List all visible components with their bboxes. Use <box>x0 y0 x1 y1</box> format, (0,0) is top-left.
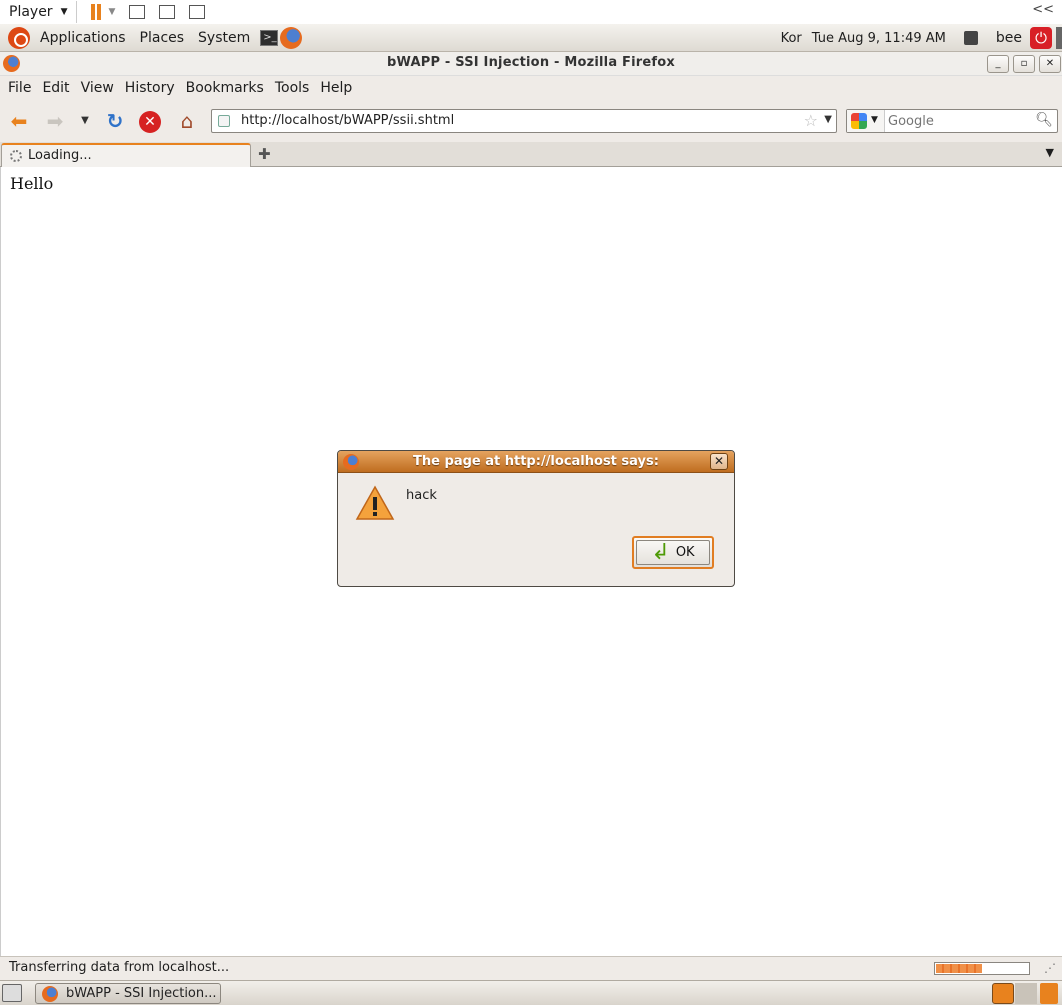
workspace-1-icon[interactable] <box>992 983 1014 1004</box>
keyboard-layout-indicator[interactable]: Kor <box>781 31 802 46</box>
progress-fill <box>936 964 982 973</box>
url-text[interactable]: http://localhost/bWAPP/ssii.shtml <box>241 113 454 128</box>
gnome-bottom-panel: bWAPP - SSI Injection... <box>0 980 1062 1005</box>
search-engine-selector[interactable]: ▼ <box>847 110 885 132</box>
send-ctrl-alt-del-icon[interactable] <box>129 5 146 19</box>
new-tab-icon[interactable]: ✚ <box>258 145 271 163</box>
search-icon[interactable]: 🔍︎ <box>1035 112 1053 128</box>
tab-list-dropdown-icon[interactable]: ▼ <box>1046 146 1054 159</box>
terminal-launcher-icon[interactable]: >_ <box>260 29 279 46</box>
panel-tray: Kor Tue Aug 9, 11:49 AM bee ⏻ <box>781 24 1062 52</box>
player-menu[interactable]: Player <box>9 4 53 20</box>
workspace-2-icon[interactable] <box>1015 983 1037 1004</box>
dialog-message: hack <box>406 488 437 503</box>
fit-window-icon[interactable] <box>159 5 176 19</box>
player-menu-dropdown-icon[interactable]: ▼ <box>61 7 68 17</box>
page-text: Hello <box>10 174 54 193</box>
search-input[interactable] <box>888 112 1036 130</box>
minimize-button[interactable]: _ <box>987 55 1009 73</box>
engine-dropdown-icon: ▼ <box>871 115 878 125</box>
network-icon[interactable] <box>963 31 978 45</box>
url-history-dropdown-icon[interactable]: ▼ <box>824 114 832 125</box>
player-separator <box>75 1 77 23</box>
ok-button[interactable]: ↲ OK <box>632 536 714 569</box>
google-icon <box>851 113 867 129</box>
loading-spinner-icon <box>10 150 22 162</box>
dialog-title: The page at http://localhost says: <box>413 454 659 469</box>
history-dropdown-icon[interactable]: ▼ <box>78 110 92 134</box>
loading-progress-bar <box>934 962 1030 975</box>
menu-bookmarks[interactable]: Bookmarks <box>186 80 264 96</box>
back-icon[interactable]: ⬅ <box>7 110 31 134</box>
status-text: Transferring data from localhost... <box>9 960 230 975</box>
maximize-button[interactable]: ▫ <box>1013 55 1035 73</box>
tab-loading[interactable]: Loading... <box>1 143 251 168</box>
resize-grip-icon[interactable]: ⋰ <box>1044 961 1056 975</box>
menu-edit[interactable]: Edit <box>42 80 69 96</box>
pause-dropdown-icon[interactable]: ▼ <box>109 7 116 17</box>
collapse-toolbar-button[interactable]: << <box>1032 2 1054 17</box>
window-title: bWAPP - SSI Injection - Mozilla Firefox <box>387 55 675 70</box>
ubuntu-logo-icon[interactable] <box>8 26 30 49</box>
firefox-taskbar-icon <box>42 986 58 1002</box>
menubar: File Edit View History Bookmarks Tools H… <box>0 76 1062 100</box>
dialog-titlebar[interactable]: The page at http://localhost says: ✕ <box>338 451 734 473</box>
enter-arrow-icon: ↲ <box>651 539 670 565</box>
dialog-close-button[interactable]: ✕ <box>710 453 728 470</box>
window-titlebar[interactable]: bWAPP - SSI Injection - Mozilla Firefox … <box>0 52 1062 76</box>
menu-history[interactable]: History <box>125 80 175 96</box>
reload-icon[interactable]: ↻ <box>103 110 127 134</box>
site-identity-icon[interactable] <box>218 115 230 127</box>
pause-icon[interactable] <box>90 4 101 20</box>
ok-button-label: OK <box>675 545 695 560</box>
alert-dialog: The page at http://localhost says: ✕ hac… <box>337 450 735 587</box>
unity-mode-icon[interactable] <box>189 5 206 19</box>
url-bar[interactable]: http://localhost/bWAPP/ssii.shtml ☆ ▼ <box>211 109 837 133</box>
bookmark-star-icon[interactable]: ☆ <box>804 111 818 130</box>
menu-tools[interactable]: Tools <box>275 80 310 96</box>
menu-help[interactable]: Help <box>320 80 352 96</box>
clock[interactable]: Tue Aug 9, 11:49 AM <box>812 31 946 46</box>
warning-icon <box>355 485 395 520</box>
user-switcher[interactable]: bee <box>996 30 1022 46</box>
ok-button-focus-ring <box>636 540 710 565</box>
panel-overflow-icon <box>1056 27 1062 49</box>
menu-file[interactable]: File <box>8 80 31 96</box>
trash-icon[interactable] <box>1040 983 1058 1004</box>
search-bar[interactable]: ▼ 🔍︎ <box>846 109 1058 133</box>
status-bar: Transferring data from localhost... ⋰ <box>0 956 1062 980</box>
show-desktop-icon[interactable] <box>2 984 22 1002</box>
firefox-launcher-icon[interactable] <box>280 26 303 49</box>
tab-label: Loading... <box>28 148 92 163</box>
taskbar-item-firefox[interactable]: bWAPP - SSI Injection... <box>35 983 221 1004</box>
power-icon[interactable]: ⏻ <box>1030 27 1052 49</box>
places-menu[interactable]: Places <box>136 30 189 46</box>
gnome-top-panel: Applications Places System >_ Kor Tue Au… <box>0 24 1062 52</box>
tab-bar: Loading... ✚ ▼ <box>0 142 1062 168</box>
stop-icon[interactable]: ✕ <box>139 111 161 133</box>
close-window-button[interactable]: ✕ <box>1039 55 1061 73</box>
system-menu[interactable]: System <box>194 30 254 46</box>
menu-view[interactable]: View <box>81 80 114 96</box>
taskbar-item-label: bWAPP - SSI Injection... <box>66 986 217 1001</box>
vm-player-bar: Player ▼ ▼ << <box>0 0 1062 24</box>
home-icon[interactable]: ⌂ <box>175 110 199 134</box>
applications-menu[interactable]: Applications <box>36 30 130 46</box>
forward-icon[interactable]: ➡ <box>43 110 67 134</box>
